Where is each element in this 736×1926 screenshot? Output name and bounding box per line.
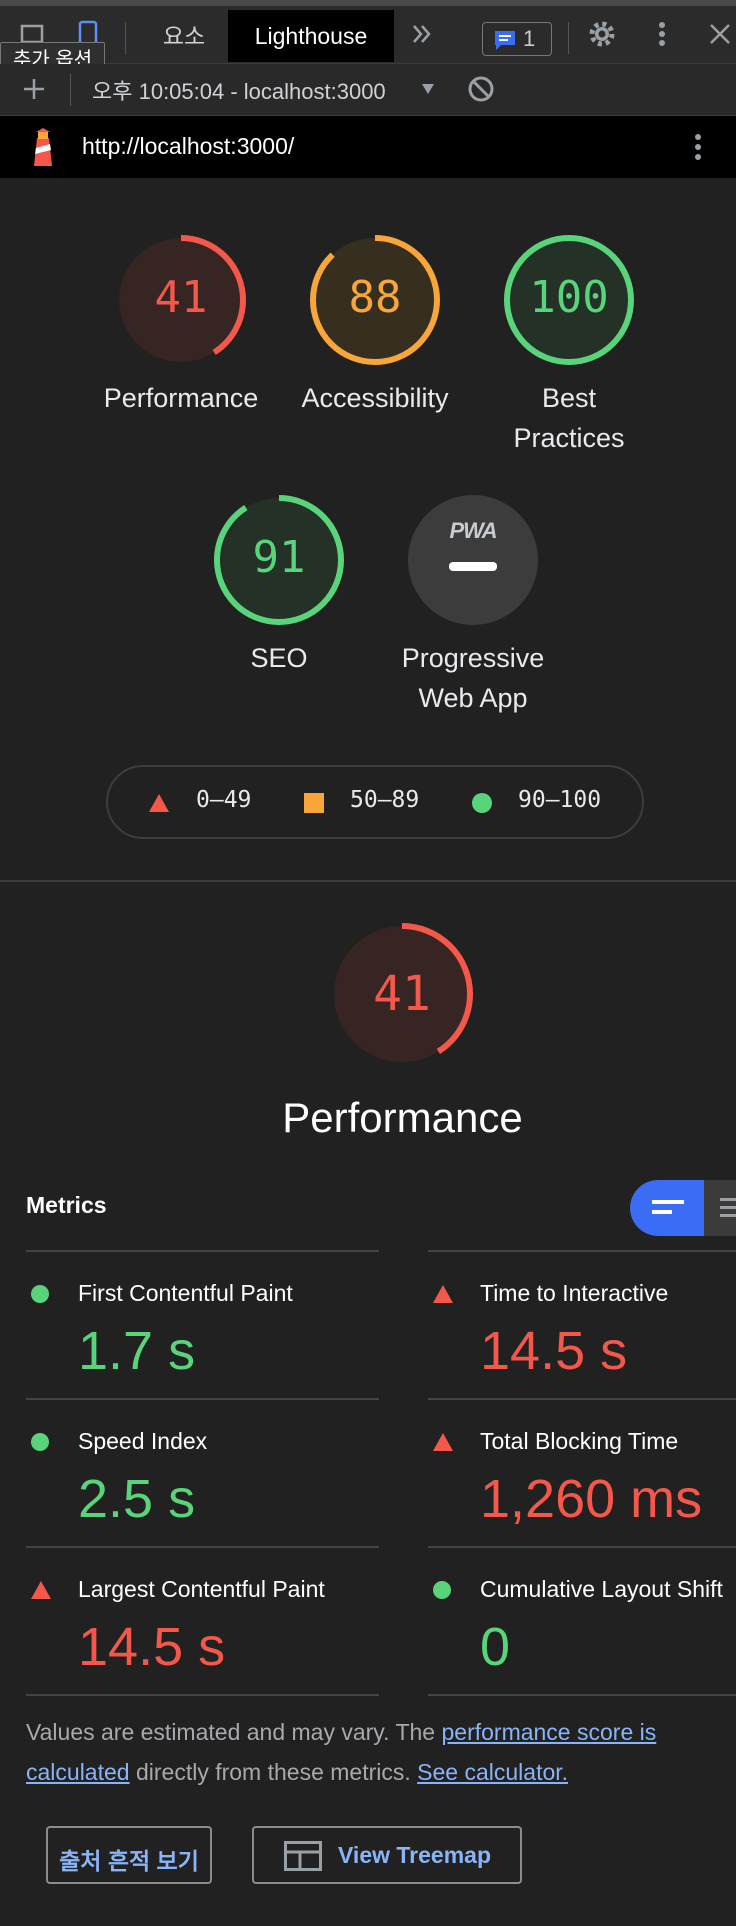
section-divider bbox=[0, 880, 736, 882]
metric-title: Largest Contentful Paint bbox=[78, 1576, 325, 1602]
pass-circle-icon bbox=[472, 793, 492, 813]
more-options-icon[interactable] bbox=[646, 16, 678, 52]
new-report-plus-icon[interactable] bbox=[20, 74, 48, 109]
metric-title: Speed Index bbox=[78, 1428, 208, 1454]
gauge-score: 88 bbox=[348, 272, 402, 323]
metric-value: 1.7 s bbox=[78, 1321, 196, 1381]
pass-circle-icon bbox=[30, 1284, 50, 1304]
fail-triangle-icon bbox=[30, 1580, 51, 1600]
report-menu-icon[interactable] bbox=[682, 130, 714, 169]
metric-value: 2.5 s bbox=[78, 1469, 196, 1529]
gauge-label: Accessibility bbox=[301, 383, 449, 413]
fail-triangle-icon bbox=[148, 793, 170, 818]
performance-title: Performance bbox=[282, 1094, 523, 1141]
metrics-heading: Metrics bbox=[26, 1192, 107, 1218]
metric-divider bbox=[428, 1250, 736, 1252]
report-url: http://localhost:3000/ bbox=[82, 133, 295, 159]
legend-pass-range: 90–100 bbox=[518, 787, 602, 813]
compact-list-icon bbox=[652, 1200, 684, 1214]
metric-divider bbox=[26, 1694, 379, 1696]
report-selector[interactable]: 오후 10:05:04 - localhost:3000 bbox=[92, 74, 386, 106]
metric-divider bbox=[428, 1694, 736, 1696]
see-calculator-link[interactable]: See calculator. bbox=[417, 1759, 568, 1785]
gauge-pwa[interactable]: PWA Progressive Web App bbox=[383, 492, 563, 718]
metrics-view-toggle[interactable] bbox=[630, 1180, 736, 1236]
note-text: Values are estimated and may vary. The bbox=[26, 1719, 436, 1745]
legend-average-range: 50–89 bbox=[350, 787, 420, 813]
average-square-icon bbox=[304, 793, 324, 813]
legend-fail-range: 0–49 bbox=[196, 787, 252, 813]
metric-value: 0 bbox=[480, 1617, 511, 1677]
metric-divider bbox=[26, 1398, 379, 1400]
pass-circle-icon bbox=[30, 1432, 50, 1452]
message-icon bbox=[495, 31, 515, 50]
clear-report-icon[interactable] bbox=[466, 74, 496, 109]
performance-gauge-large: 41 bbox=[330, 922, 474, 1066]
gauge-label: Progressive Web App bbox=[401, 643, 545, 713]
expanded-list-icon[interactable] bbox=[720, 1196, 736, 1220]
metric-value: 1,260 ms bbox=[480, 1469, 703, 1529]
metric-value: 14.5 s bbox=[78, 1617, 226, 1677]
gauge-best-practices[interactable]: 100 Best Practices bbox=[479, 232, 659, 458]
metric-divider bbox=[428, 1546, 736, 1548]
report-url-bar: http://localhost:3000/ bbox=[0, 116, 736, 178]
button-label: 출처 흔적 보기 bbox=[59, 1848, 199, 1874]
gauge-score: 41 bbox=[154, 272, 208, 323]
fail-triangle-icon bbox=[432, 1284, 453, 1304]
toolbar-divider bbox=[125, 22, 126, 54]
metrics-note: Values are estimated and may vary. The p… bbox=[26, 1712, 716, 1792]
tab-lighthouse[interactable]: Lighthouse bbox=[228, 10, 394, 62]
fail-triangle-icon bbox=[432, 1432, 453, 1452]
gauge-label: Best Practices bbox=[513, 383, 625, 453]
metric-divider bbox=[26, 1250, 379, 1252]
metric-divider bbox=[428, 1398, 736, 1400]
button-label: View Treemap bbox=[338, 1842, 491, 1868]
toolbar-divider bbox=[568, 22, 569, 54]
pass-circle-icon bbox=[432, 1580, 452, 1600]
gauge-seo[interactable]: 91 SEO bbox=[189, 492, 369, 678]
note-text: directly from these metrics. bbox=[135, 1759, 411, 1785]
view-trace-button[interactable]: 출처 흔적 보기 bbox=[46, 1826, 212, 1884]
view-treemap-button[interactable]: View Treemap bbox=[252, 1826, 522, 1884]
metric-value: 14.5 s bbox=[480, 1321, 628, 1381]
treemap-icon bbox=[284, 1841, 322, 1871]
metric-divider bbox=[26, 1546, 379, 1548]
gauge-accessibility[interactable]: 88 Accessibility bbox=[285, 232, 465, 418]
gauge-score: 91 bbox=[252, 532, 306, 583]
pwa-logo-text: PWA bbox=[449, 518, 497, 543]
issues-count: 1 bbox=[523, 26, 536, 51]
gauge-label: Performance bbox=[103, 383, 259, 413]
compact-view-button[interactable] bbox=[630, 1180, 704, 1236]
gauge-performance[interactable]: 41 Performance bbox=[91, 232, 271, 418]
lighthouse-logo-icon bbox=[28, 128, 58, 173]
issues-button[interactable]: 1 bbox=[482, 22, 552, 56]
lighthouse-run-bar: 오후 10:05:04 - localhost:3000 bbox=[0, 64, 736, 116]
close-icon[interactable] bbox=[704, 16, 736, 52]
tab-elements[interactable]: 요소 bbox=[142, 10, 226, 62]
devtools-tab-bar: 요소 Lighthouse 1 추가 옵션 bbox=[0, 0, 736, 78]
pwa-badge bbox=[408, 495, 538, 625]
more-tabs-icon[interactable] bbox=[406, 16, 438, 52]
toolbar-divider bbox=[70, 74, 71, 106]
metric-title: Total Blocking Time bbox=[480, 1428, 679, 1454]
performance-score: 41 bbox=[373, 966, 431, 1022]
dropdown-triangle-icon[interactable] bbox=[420, 82, 436, 101]
settings-gear-icon[interactable] bbox=[586, 16, 618, 52]
metric-title: Time to Interactive bbox=[480, 1280, 669, 1306]
gauge-label: SEO bbox=[250, 643, 308, 673]
metric-title: Cumulative Layout Shift bbox=[480, 1576, 723, 1602]
gauge-score: 100 bbox=[529, 272, 609, 323]
score-legend: 0–49 50–89 90–100 bbox=[106, 765, 644, 839]
metric-title: First Contentful Paint bbox=[78, 1280, 293, 1306]
